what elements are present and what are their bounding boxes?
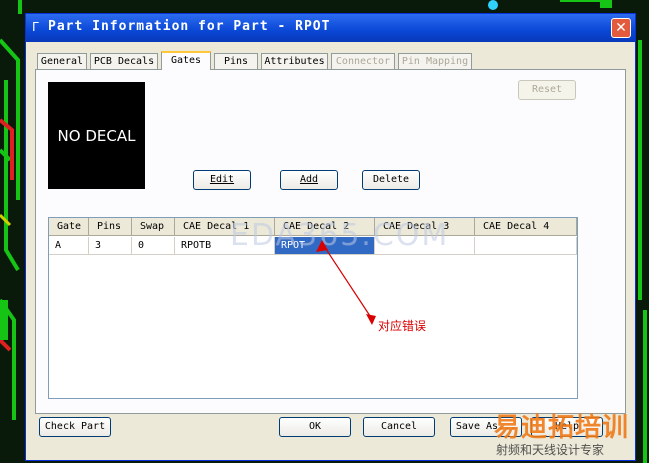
tab-pin-mapping[interactable]: Pin Mapping bbox=[398, 53, 472, 69]
help-button[interactable]: Help bbox=[531, 417, 603, 437]
column-header-gate[interactable]: Gate bbox=[49, 218, 89, 236]
tab-pins[interactable]: Pins bbox=[214, 53, 258, 69]
add-button[interactable]: Add bbox=[280, 170, 338, 190]
edit-button[interactable]: Edit bbox=[193, 170, 251, 190]
close-button[interactable]: ✕ bbox=[611, 18, 631, 38]
annotation-label: 对应错误 bbox=[378, 319, 427, 333]
cell-pins[interactable]: 3 bbox=[89, 237, 132, 255]
column-header-cae-decal-4[interactable]: CAE Decal 4 bbox=[475, 218, 577, 236]
cell-cae-decal-3[interactable] bbox=[375, 237, 475, 255]
cell-cae-decal-1[interactable]: RPOTB bbox=[175, 237, 275, 255]
tab-gates[interactable]: Gates bbox=[161, 51, 211, 70]
tab-pcb-decals[interactable]: PCB Decals bbox=[90, 53, 158, 69]
cell-cae-decal-4[interactable] bbox=[475, 237, 577, 255]
cell-cae-decal-2[interactable]: RPOT bbox=[275, 237, 375, 255]
window-title: Part Information for Part - RPOT bbox=[48, 19, 331, 34]
gates-table: Gate Pins Swap CAE Decal 1 CAE Decal 2 C… bbox=[48, 217, 578, 399]
delete-button[interactable]: Delete bbox=[362, 170, 420, 190]
ok-button[interactable]: OK bbox=[279, 417, 351, 437]
tab-connector[interactable]: Connector bbox=[331, 53, 395, 69]
column-header-cae-decal-3[interactable]: CAE Decal 3 bbox=[375, 218, 475, 236]
tab-general[interactable]: General bbox=[37, 53, 87, 69]
column-header-cae-decal-2[interactable]: CAE Decal 2 bbox=[275, 218, 375, 236]
tab-attributes[interactable]: Attributes bbox=[261, 53, 328, 69]
app-icon: ᒥ bbox=[32, 20, 39, 34]
gates-panel: NO DECAL Reset Edit Add Delete Gate Pins… bbox=[35, 69, 626, 414]
reset-button[interactable]: Reset bbox=[518, 80, 576, 100]
decal-preview: NO DECAL bbox=[48, 82, 145, 189]
save-as-button[interactable]: Save As... bbox=[450, 417, 522, 437]
column-header-cae-decal-1[interactable]: CAE Decal 1 bbox=[175, 218, 275, 236]
column-header-swap[interactable]: Swap bbox=[132, 218, 175, 236]
part-information-dialog: ᒥ Part Information for Part - RPOT ✕ Gen… bbox=[25, 13, 636, 461]
check-part-button[interactable]: Check Part bbox=[39, 417, 111, 437]
cell-gate[interactable]: A bbox=[49, 237, 89, 255]
cancel-button[interactable]: Cancel bbox=[363, 417, 435, 437]
cell-swap[interactable]: 0 bbox=[132, 237, 175, 255]
title-bar[interactable]: ᒥ Part Information for Part - RPOT ✕ bbox=[26, 14, 635, 42]
column-header-pins[interactable]: Pins bbox=[89, 218, 132, 236]
